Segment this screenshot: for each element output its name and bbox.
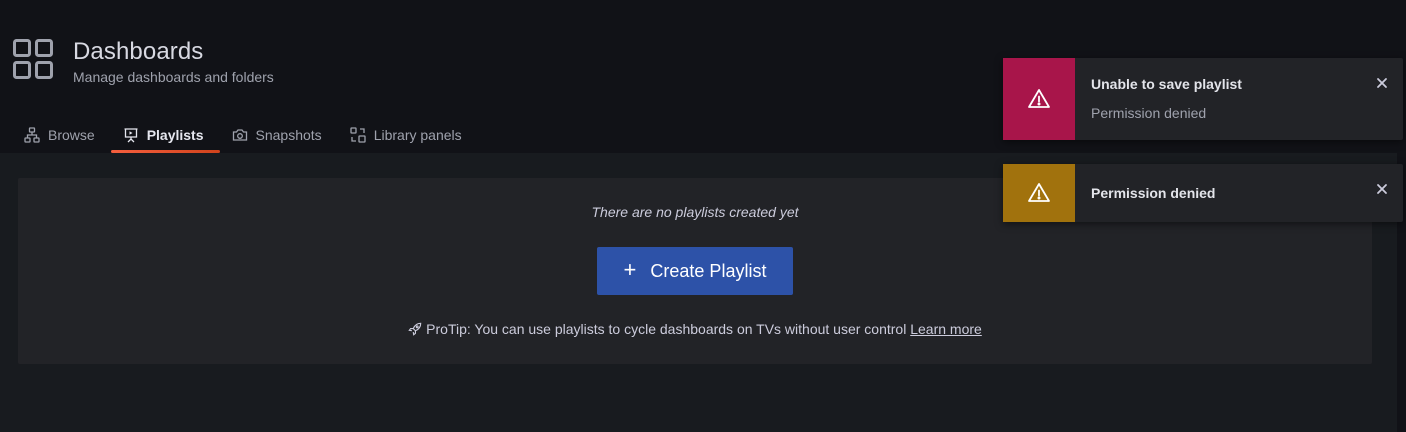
close-icon[interactable] (1375, 76, 1389, 90)
camera-icon (232, 128, 247, 141)
tab-library-panels-label: Library panels (373, 126, 462, 143)
warning-triangle-icon (1028, 183, 1050, 202)
presentation-play-icon (124, 127, 138, 142)
apps-grid-icon (13, 39, 53, 79)
protip: ProTip: You can use playlists to cycle d… (18, 321, 1372, 337)
rocket-icon (408, 322, 422, 336)
page-title: Dashboards (73, 38, 204, 65)
tab-snapshots-label: Snapshots (255, 126, 322, 143)
plus-icon: + (623, 257, 637, 282)
warning-toast: Permission denied (1003, 164, 1403, 222)
protip-text: ProTip: You can use playlists to cycle d… (426, 321, 907, 337)
create-playlist-button[interactable]: + Create Playlist (597, 247, 793, 295)
toast-icon-area (1003, 58, 1075, 140)
tab-browse-label: Browse (48, 126, 95, 143)
sitemap-icon (24, 126, 40, 143)
error-toast: Unable to save playlist Permission denie… (1003, 58, 1403, 140)
tab-bar: Browse Playlists Snapshots Library panel… (0, 116, 478, 153)
tab-playlists-label: Playlists (146, 126, 204, 143)
toast-title: Permission denied (1091, 185, 1216, 201)
tab-browse[interactable]: Browse (12, 116, 111, 153)
toast-message: Permission denied (1091, 105, 1207, 121)
warning-triangle-icon (1028, 89, 1050, 108)
page-subtitle: Manage dashboards and folders (73, 69, 274, 85)
create-playlist-label: Create Playlist (650, 260, 767, 281)
tab-snapshots[interactable]: Snapshots (220, 116, 338, 153)
toast-icon-area (1003, 164, 1075, 222)
toast-title: Unable to save playlist (1091, 76, 1242, 92)
tab-playlists[interactable]: Playlists (110, 116, 220, 153)
tab-library-panels[interactable]: Library panels (338, 116, 478, 153)
close-icon[interactable] (1375, 182, 1389, 196)
library-panel-icon (350, 126, 366, 143)
learn-more-link[interactable]: Learn more (910, 321, 982, 337)
